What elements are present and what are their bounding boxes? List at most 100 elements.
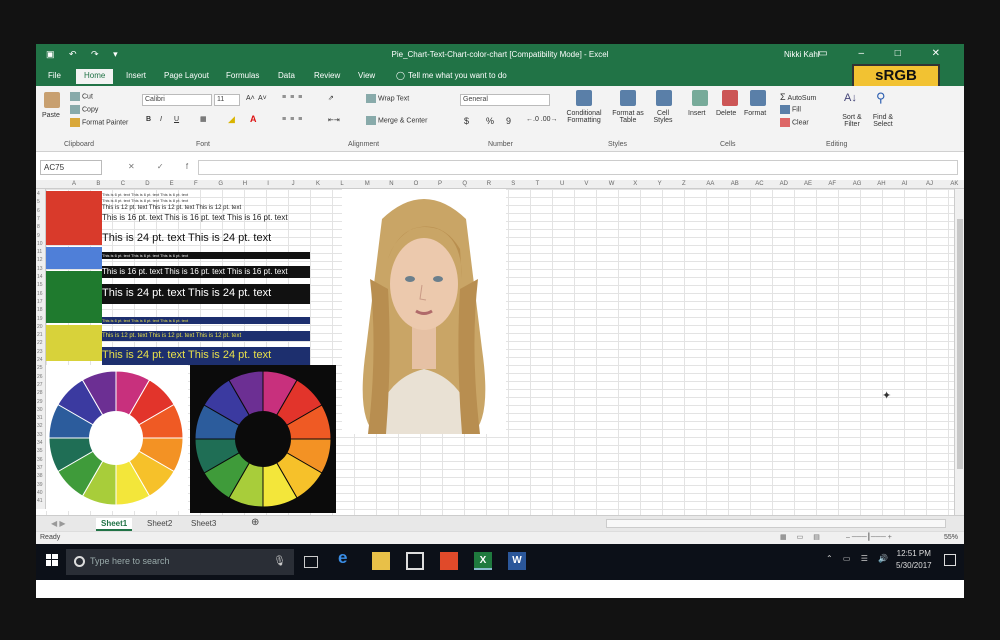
color-wheel-white[interactable] — [46, 365, 188, 511]
row-header[interactable]: 6 — [37, 208, 40, 214]
column-header[interactable]: G — [218, 181, 223, 187]
row-header[interactable]: 16 — [37, 291, 43, 297]
column-header[interactable]: F — [194, 181, 198, 187]
row-header[interactable]: 8 — [37, 224, 40, 230]
new-sheet-button[interactable]: ⊕ — [246, 516, 264, 529]
column-header[interactable]: Y — [658, 181, 662, 187]
tab-view[interactable]: View — [358, 71, 375, 80]
copy-button[interactable]: Copy — [70, 105, 98, 114]
cell-styles-button[interactable]: Cell Styles — [648, 110, 678, 124]
row-header[interactable]: 24 — [37, 357, 43, 363]
microphone-icon[interactable]: 🎙 — [273, 556, 286, 567]
paste-button[interactable]: Paste — [42, 112, 60, 119]
column-header[interactable]: AE — [804, 181, 812, 187]
vertical-scrollbar[interactable] — [954, 189, 964, 515]
row-header[interactable]: 9 — [37, 233, 40, 239]
portrait-photo[interactable] — [342, 189, 506, 434]
tab-file[interactable]: File — [48, 71, 61, 80]
row-header[interactable]: 22 — [37, 340, 43, 346]
cut-button[interactable]: Cut — [70, 92, 93, 101]
row-header[interactable]: 31 — [37, 415, 43, 421]
format-cells-icon[interactable] — [750, 90, 766, 106]
row-header[interactable]: 19 — [37, 316, 43, 322]
edge-browser-icon[interactable]: e — [338, 548, 356, 567]
bold-button[interactable]: B — [146, 116, 151, 123]
column-header[interactable]: AF — [828, 181, 836, 187]
autosum-button[interactable]: Σ AutoSum — [780, 92, 816, 102]
column-header[interactable]: X — [633, 181, 637, 187]
font-size-select[interactable]: 11 — [214, 94, 240, 106]
column-header[interactable]: AC — [755, 181, 763, 187]
name-box[interactable]: AC75 — [40, 160, 102, 175]
sort-filter-button[interactable]: Sort & Filter — [838, 114, 866, 128]
row-header[interactable]: 28 — [37, 390, 43, 396]
column-header[interactable]: T — [536, 181, 540, 187]
row-header[interactable]: 18 — [37, 307, 43, 313]
row-header[interactable]: 34 — [37, 440, 43, 446]
task-view-icon[interactable] — [304, 556, 318, 568]
column-header[interactable]: H — [243, 181, 247, 187]
insert-button[interactable]: Insert — [688, 110, 706, 117]
vertical-align-icons[interactable]: ≡≡≡ — [282, 94, 306, 101]
row-header[interactable]: 20 — [37, 324, 43, 330]
column-header[interactable]: AK — [950, 181, 958, 187]
wrap-text-button[interactable]: Wrap Text — [366, 94, 409, 103]
tab-home[interactable]: Home — [76, 69, 114, 84]
tab-formulas[interactable]: Formulas — [226, 71, 259, 80]
row-header[interactable]: 10 — [37, 241, 43, 247]
column-header[interactable]: C — [121, 181, 125, 187]
column-header[interactable]: E — [170, 181, 174, 187]
row-header[interactable]: 21 — [37, 332, 43, 338]
row-header[interactable]: 36 — [37, 457, 43, 463]
currency-button[interactable]: $ — [464, 116, 469, 126]
tab-data[interactable]: Data — [278, 71, 295, 80]
column-header[interactable]: L — [340, 181, 343, 187]
paste-icon[interactable] — [44, 92, 60, 108]
font-color-icon[interactable]: A — [250, 114, 257, 124]
delete-button[interactable]: Delete — [716, 110, 736, 117]
column-header[interactable]: N — [389, 181, 393, 187]
row-header[interactable]: 11 — [37, 249, 42, 255]
column-header[interactable]: AG — [853, 181, 862, 187]
row-header[interactable]: 13 — [37, 266, 43, 272]
vertical-scroll-thumb[interactable] — [957, 219, 963, 469]
taskbar-clock[interactable]: 12:51 PM 5/30/2017 — [896, 548, 932, 572]
orientation-icon[interactable]: ⇗ — [328, 94, 334, 102]
row-header[interactable]: 5 — [37, 199, 40, 205]
delete-cells-icon[interactable] — [722, 90, 738, 106]
user-name[interactable]: Nikki Kahl — [784, 50, 820, 59]
row-header[interactable]: 33 — [37, 432, 43, 438]
row-header[interactable]: 12 — [37, 257, 43, 263]
column-header[interactable]: AH — [877, 181, 885, 187]
column-header[interactable]: B — [96, 181, 100, 187]
row-header[interactable]: 25 — [37, 365, 43, 371]
sheet-tab-sheet2[interactable]: Sheet2 — [142, 518, 177, 529]
horizontal-align-icons[interactable]: ≡≡≡ — [282, 116, 306, 123]
row-header[interactable]: 30 — [37, 407, 43, 413]
row-header[interactable]: 32 — [37, 423, 43, 429]
view-buttons[interactable]: ▦▭▤ — [780, 533, 830, 541]
column-header[interactable]: I — [267, 181, 269, 187]
row-header[interactable]: 4 — [37, 191, 40, 197]
column-header[interactable]: Q — [462, 181, 467, 187]
windows-start-icon[interactable] — [46, 554, 58, 566]
column-header[interactable]: A — [72, 181, 76, 187]
row-header[interactable]: 17 — [37, 299, 43, 305]
tell-me-box[interactable]: Tell me what you want to do — [408, 71, 507, 80]
fill-button[interactable]: Fill — [780, 105, 801, 114]
cell-styles-icon[interactable] — [656, 90, 672, 106]
column-header[interactable]: S — [511, 181, 515, 187]
row-header[interactable]: 26 — [37, 374, 43, 380]
fill-color-icon[interactable]: ◢ — [228, 114, 235, 125]
column-header[interactable]: AB — [731, 181, 739, 187]
column-header[interactable]: V — [584, 181, 588, 187]
row-header[interactable]: 23 — [37, 349, 43, 355]
row-header[interactable]: 29 — [37, 399, 43, 405]
comma-button[interactable]: 9 — [506, 116, 511, 126]
format-as-table-icon[interactable] — [620, 90, 636, 106]
sort-filter-icon[interactable]: A↓ — [844, 92, 857, 104]
conditional-formatting-icon[interactable] — [576, 90, 592, 106]
format-button[interactable]: Format — [744, 110, 766, 117]
column-header[interactable]: J — [292, 181, 295, 187]
column-header[interactable]: D — [145, 181, 149, 187]
